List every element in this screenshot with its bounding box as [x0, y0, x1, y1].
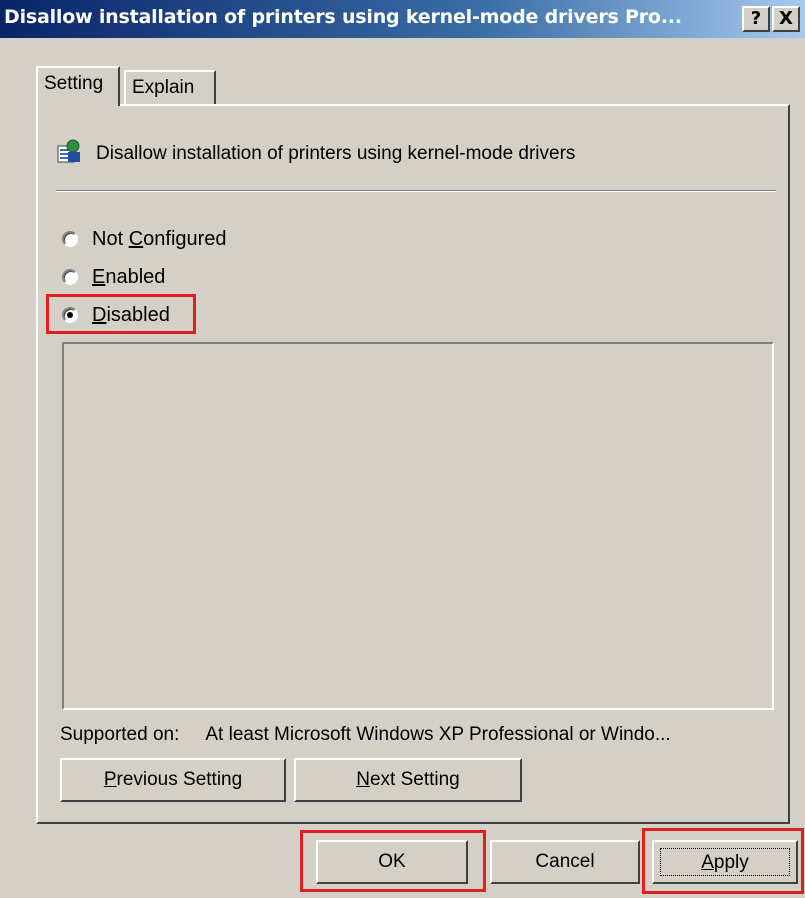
radio-label-not-configured: Not Configured	[92, 227, 227, 250]
policy-settings-icon	[57, 139, 80, 163]
ok-highlight-box	[300, 830, 486, 892]
disabled-highlight-box	[46, 294, 196, 334]
help-button[interactable]: ?	[742, 6, 770, 32]
supported-value: At least Microsoft Windows XP Profession…	[205, 724, 671, 745]
separator	[56, 190, 776, 192]
supported-on: Supported on: At least Microsoft Windows …	[60, 724, 671, 746]
comment-box[interactable]	[62, 342, 774, 710]
close-button[interactable]: X	[772, 6, 800, 32]
supported-label: Supported on:	[60, 724, 180, 745]
policy-properties-dialog: Disallow installation of printers using …	[0, 0, 805, 898]
radio-button[interactable]	[62, 269, 78, 285]
radio-not-configured[interactable]: Not Configured	[62, 224, 227, 254]
radio-button[interactable]	[62, 231, 78, 247]
title-bar[interactable]: Disallow installation of printers using …	[0, 0, 805, 38]
radio-label-enabled: Enabled	[92, 265, 166, 288]
radio-enabled[interactable]: Enabled	[62, 262, 165, 292]
policy-name: Disallow installation of printers using …	[96, 143, 576, 164]
next-setting-button[interactable]: Next Setting	[294, 758, 522, 802]
tab-setting[interactable]: Setting	[36, 66, 120, 106]
window-title: Disallow installation of printers using …	[4, 6, 682, 28]
cancel-button[interactable]: Cancel	[490, 840, 640, 884]
tab-explain[interactable]: Explain	[124, 70, 216, 104]
apply-highlight-box	[642, 828, 804, 894]
setting-panel: Disallow installation of printers using …	[36, 104, 790, 824]
previous-setting-button[interactable]: Previous Setting	[60, 758, 286, 802]
